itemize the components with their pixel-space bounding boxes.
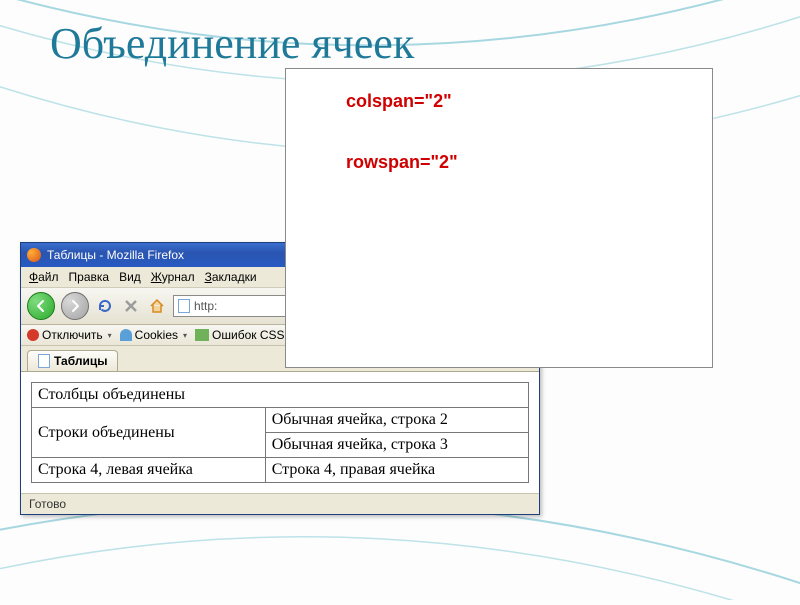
url-text: http: bbox=[194, 299, 217, 313]
tab-label: Таблицы bbox=[54, 354, 107, 368]
stop-button bbox=[121, 296, 141, 316]
cell: Обычная ячейка, строка 2 bbox=[265, 408, 528, 433]
code-rowspan: rowspan="2" bbox=[346, 152, 702, 173]
menu-file[interactable]: Файл bbox=[29, 270, 59, 284]
dev-css-label: Ошибок CSS н bbox=[212, 328, 294, 342]
menu-edit[interactable]: Правка bbox=[69, 270, 110, 284]
demo-table: Столбцы объединены Строки объединены Обы… bbox=[31, 382, 529, 483]
slide-title: Объединение ячеек bbox=[50, 18, 414, 69]
person-icon bbox=[120, 329, 132, 341]
menu-bookmarks[interactable]: Закладки bbox=[205, 270, 257, 284]
cell-colspan: Столбцы объединены bbox=[32, 383, 529, 408]
forward-button bbox=[61, 292, 89, 320]
arrow-right-icon bbox=[68, 299, 82, 313]
statusbar: Готово bbox=[21, 493, 539, 514]
cell: Обычная ячейка, строка 3 bbox=[265, 433, 528, 458]
dev-cookies-label: Cookies bbox=[135, 328, 178, 342]
firefox-icon bbox=[27, 248, 41, 262]
stop-icon bbox=[124, 299, 138, 313]
page-content: Столбцы объединены Строки объединены Обы… bbox=[21, 372, 539, 493]
reload-button[interactable] bbox=[95, 296, 115, 316]
css-icon bbox=[195, 329, 209, 341]
back-button[interactable] bbox=[27, 292, 55, 320]
page-icon bbox=[38, 354, 50, 368]
home-button[interactable] bbox=[147, 296, 167, 316]
table-row: Строки объединены Обычная ячейка, строка… bbox=[32, 408, 529, 433]
dev-disable-label: Отключить bbox=[42, 328, 103, 342]
table-row: Строка 4, левая ячейка Строка 4, правая … bbox=[32, 458, 529, 483]
home-icon bbox=[149, 298, 165, 314]
code-box: colspan="2" rowspan="2" bbox=[285, 68, 713, 368]
dev-css-errors[interactable]: Ошибок CSS н bbox=[195, 328, 294, 342]
reload-icon bbox=[96, 297, 114, 315]
window-title: Таблицы - Mozilla Firefox bbox=[47, 248, 184, 262]
dev-cookies[interactable]: Cookies bbox=[120, 328, 187, 342]
arrow-left-icon bbox=[34, 299, 48, 313]
table-row: Столбцы объединены bbox=[32, 383, 529, 408]
menu-view[interactable]: Вид bbox=[119, 270, 141, 284]
disable-icon bbox=[27, 329, 39, 341]
dev-disable[interactable]: Отключить bbox=[27, 328, 112, 342]
cell-rowspan: Строки объединены bbox=[32, 408, 266, 458]
cell: Строка 4, правая ячейка bbox=[265, 458, 528, 483]
code-colspan: colspan="2" bbox=[346, 91, 702, 112]
tab-tables[interactable]: Таблицы bbox=[27, 350, 118, 371]
page-icon bbox=[178, 299, 190, 313]
cell: Строка 4, левая ячейка bbox=[32, 458, 266, 483]
menu-history[interactable]: Журнал bbox=[151, 270, 195, 284]
